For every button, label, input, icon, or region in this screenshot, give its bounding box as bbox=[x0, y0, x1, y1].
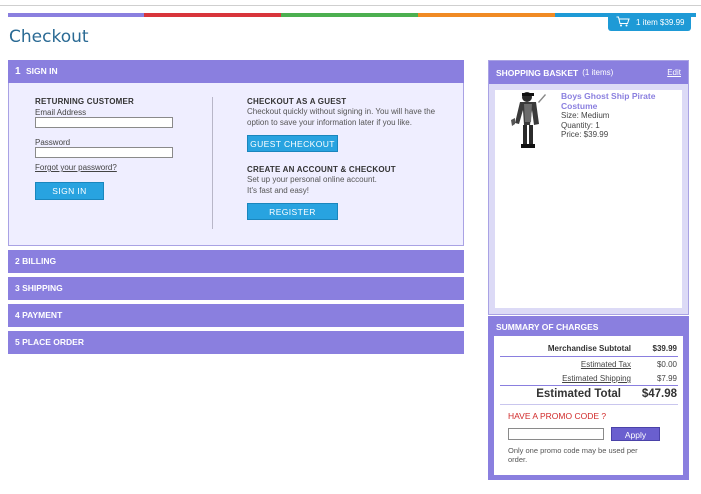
estimated-shipping-link[interactable]: Estimated Shipping bbox=[562, 374, 631, 383]
sign-in-panel: RETURNING CUSTOMER Email Address Passwor… bbox=[8, 83, 464, 246]
apply-promo-button[interactable]: Apply bbox=[611, 427, 660, 441]
estimated-shipping-value: $7.99 bbox=[656, 374, 677, 383]
step-place-order-header[interactable]: 5 PLACE ORDER bbox=[8, 331, 464, 354]
pirate-costume-image bbox=[511, 92, 546, 148]
cart-badge-label: 1 item $39.99 bbox=[636, 18, 685, 27]
summary-title: SUMMARY OF CHARGES bbox=[496, 322, 599, 332]
summary-divider bbox=[500, 356, 678, 357]
merchandise-subtotal-value: $39.99 bbox=[652, 344, 677, 353]
page-title: Checkout bbox=[9, 27, 89, 47]
guest-section: CHECKOUT AS A GUEST Checkout quickly wit… bbox=[247, 97, 452, 220]
step-label: BILLING bbox=[22, 256, 57, 266]
summary-of-charges: SUMMARY OF CHARGES Merchandise Subtotal … bbox=[488, 316, 689, 480]
guest-heading: CHECKOUT AS A GUEST bbox=[247, 97, 347, 106]
create-account-text-line-2: It's fast and easy! bbox=[247, 186, 310, 195]
product-info: Boys Ghost Ship Pirate Costume Size: Med… bbox=[561, 91, 679, 140]
password-field[interactable] bbox=[35, 147, 173, 158]
estimated-total-label: Estimated Total bbox=[536, 388, 621, 400]
summary-divider bbox=[500, 385, 678, 386]
step-number: 5 bbox=[15, 337, 20, 347]
step-billing-header[interactable]: 2 BILLING bbox=[8, 250, 464, 273]
cart-badge-button[interactable]: 1 item $39.99 bbox=[608, 14, 691, 31]
summary-divider bbox=[500, 404, 678, 405]
basket-title: SHOPPING BASKET bbox=[496, 67, 579, 78]
basket-edit-link[interactable]: Edit bbox=[667, 68, 681, 77]
promo-code-input[interactable] bbox=[508, 428, 604, 440]
register-button[interactable]: REGISTER bbox=[247, 203, 338, 220]
step-shipping-header[interactable]: 3 SHIPPING bbox=[8, 277, 464, 300]
step-label: PAYMENT bbox=[22, 310, 63, 320]
guest-checkout-button[interactable]: GUEST CHECKOUT bbox=[247, 135, 338, 152]
email-field[interactable] bbox=[35, 117, 173, 128]
guest-text-line-1: Checkout quickly without signing in. You… bbox=[247, 107, 436, 116]
merchandise-subtotal-label: Merchandise Subtotal bbox=[547, 344, 631, 353]
top-divider-line bbox=[0, 5, 701, 6]
returning-customer-heading: RETURNING CUSTOMER bbox=[35, 97, 135, 106]
checkout-steps: 1 SIGN IN RETURNING CUSTOMER Email Addre… bbox=[8, 60, 464, 354]
product-price: Price: $39.99 bbox=[561, 130, 609, 139]
color-strip bbox=[8, 13, 696, 17]
section-divider bbox=[212, 97, 213, 229]
estimated-total-value: $47.98 bbox=[641, 388, 677, 400]
shopping-basket: SHOPPING BASKET (1 items) Edit Boys Ghos… bbox=[488, 60, 689, 315]
color-strip-segment bbox=[144, 13, 281, 17]
sign-in-button[interactable]: SIGN IN bbox=[35, 182, 104, 200]
step-number: 4 bbox=[15, 310, 20, 320]
create-account-text-line-1: Set up your personal online account. bbox=[247, 175, 377, 184]
cart-icon bbox=[616, 16, 630, 29]
product-size: Size: Medium bbox=[561, 111, 610, 120]
promo-code-title: HAVE A PROMO CODE ? bbox=[508, 411, 607, 421]
guest-text-line-2: option to save your information later if… bbox=[247, 118, 412, 127]
basket-body: Boys Ghost Ship Pirate Costume Size: Med… bbox=[495, 90, 682, 308]
step-label: PLACE ORDER bbox=[22, 337, 84, 347]
step-number: 2 bbox=[15, 256, 20, 266]
step-sign-in-header[interactable]: 1 SIGN IN bbox=[8, 60, 464, 83]
step-number: 1 bbox=[15, 66, 21, 77]
product-name-link[interactable]: Boys Ghost Ship Pirate Costume bbox=[561, 91, 679, 111]
color-strip-segment bbox=[418, 13, 555, 17]
returning-customer-section: RETURNING CUSTOMER Email Address Passwor… bbox=[35, 97, 195, 200]
color-strip-segment bbox=[281, 13, 418, 17]
basket-header: SHOPPING BASKET (1 items) Edit bbox=[489, 61, 688, 84]
summary-body: Merchandise Subtotal $39.99 Estimated Ta… bbox=[494, 336, 683, 475]
promo-code-note: Only one promo code may be used per orde… bbox=[508, 446, 638, 464]
product-image[interactable] bbox=[505, 90, 555, 152]
step-label: SIGN IN bbox=[25, 66, 58, 76]
password-label: Password bbox=[35, 138, 71, 147]
forgot-password-link[interactable]: Forgot your password? bbox=[35, 163, 195, 172]
estimated-tax-link[interactable]: Estimated Tax bbox=[581, 360, 631, 369]
color-strip-segment bbox=[8, 13, 144, 17]
step-label: SHIPPING bbox=[22, 283, 63, 293]
create-account-heading: CREATE AN ACCOUNT & CHECKOUT bbox=[247, 165, 396, 174]
step-number: 3 bbox=[15, 283, 20, 293]
estimated-tax-value: $0.00 bbox=[656, 360, 677, 369]
email-label: Email Address bbox=[35, 108, 87, 117]
product-quantity: Quantity: 1 bbox=[561, 120, 600, 130]
basket-count: (1 items) bbox=[582, 68, 614, 77]
step-payment-header[interactable]: 4 PAYMENT bbox=[8, 304, 464, 327]
